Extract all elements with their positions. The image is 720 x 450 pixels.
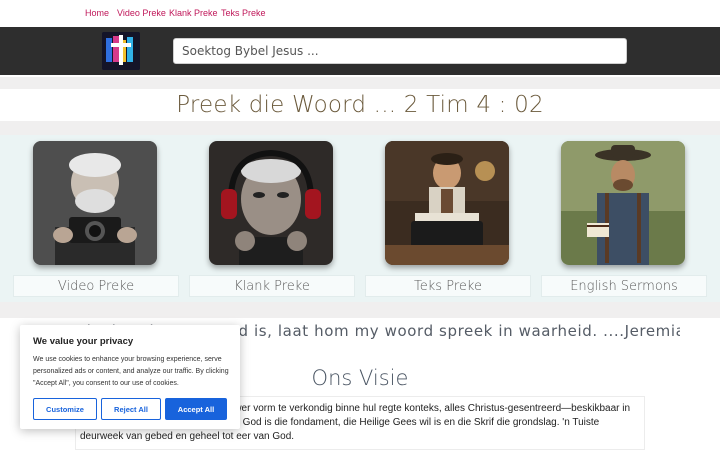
divider-band [0, 302, 720, 318]
nav-home[interactable]: Home [85, 8, 109, 18]
card-klank-preke[interactable]: Klank Preke [185, 135, 355, 300]
top-nav: Home Video Preke Klank Preke Teks Preke [0, 0, 720, 27]
card-teks-preke[interactable]: Teks Preke [361, 135, 531, 300]
site-logo[interactable] [102, 32, 140, 70]
card-video-preke[interactable]: Video Preke [9, 135, 179, 300]
english-sermons-image[interactable] [561, 141, 685, 265]
accept-all-button[interactable]: Accept All [165, 398, 227, 420]
teks-preke-image[interactable] [385, 141, 509, 265]
nav-klank-preke[interactable]: Klank Preke [169, 8, 218, 18]
video-preke-image[interactable] [33, 141, 157, 265]
cookie-body: We use cookies to enhance your browsing … [33, 356, 229, 387]
search-input[interactable] [173, 38, 627, 64]
card-label-english-sermons[interactable]: English Sermons [541, 275, 707, 297]
customize-button[interactable]: Customize [33, 398, 97, 420]
card-label-teks-preke[interactable]: Teks Preke [365, 275, 531, 297]
page-heading: Preek die Woord ... 2 Tim 4 : 02 [176, 92, 544, 118]
klank-preke-image[interactable] [209, 141, 333, 265]
nav-video-preke[interactable]: Video Preke [117, 8, 166, 18]
divider-band [0, 121, 720, 135]
card-english-sermons[interactable]: English Sermons [537, 135, 707, 300]
logo-cross-icon [102, 32, 140, 70]
divider-band [0, 77, 720, 89]
card-label-video-preke[interactable]: Video Preke [13, 275, 179, 297]
nav-teks-preke[interactable]: Teks Preke [221, 8, 266, 18]
card-label-klank-preke[interactable]: Klank Preke [189, 275, 355, 297]
cookie-banner: We value your privacy We use cookies to … [20, 325, 240, 429]
reject-all-button[interactable]: Reject All [101, 398, 161, 420]
cookie-title: We value your privacy [33, 336, 134, 347]
